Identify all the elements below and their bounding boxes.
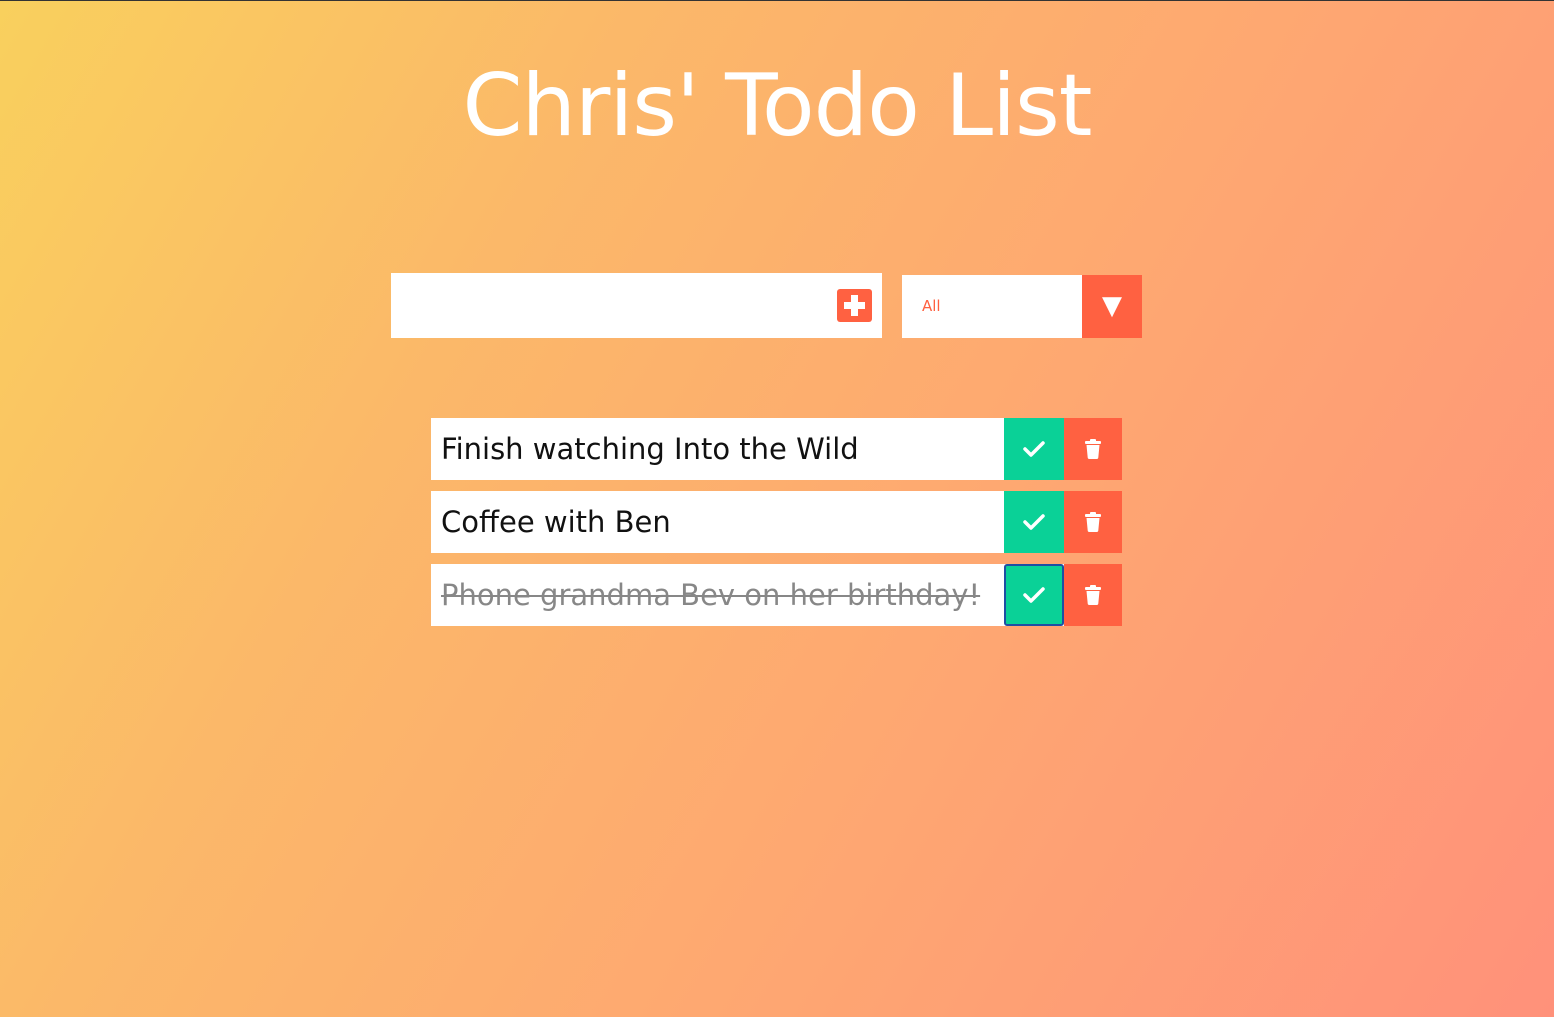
todo-text: Finish watching Into the Wild [441, 432, 859, 466]
trash-icon [1085, 512, 1101, 532]
check-icon [1023, 441, 1045, 457]
todo-item-completed: Phone grandma Bev on her birthday! [431, 564, 1122, 626]
todo-item: Coffee with Ben [431, 491, 1122, 553]
todo-text: Coffee with Ben [441, 505, 671, 539]
filter-selected-value: All [922, 297, 941, 315]
complete-button[interactable] [1004, 564, 1064, 626]
caret-down-icon[interactable]: ▼ [1082, 275, 1142, 338]
todo-input[interactable] [391, 273, 811, 338]
trash-icon [1085, 439, 1101, 459]
delete-button[interactable] [1064, 491, 1122, 553]
todo-list: Finish watching Into the Wild Coffee wit… [431, 418, 1122, 637]
add-todo-button[interactable] [837, 289, 872, 322]
complete-button[interactable] [1004, 491, 1064, 553]
complete-button[interactable] [1004, 418, 1064, 480]
page-title: Chris' Todo List [462, 56, 1093, 156]
delete-button[interactable] [1064, 564, 1122, 626]
todo-input-container [391, 273, 882, 338]
filter-select[interactable]: All ▼ [902, 275, 1142, 338]
trash-icon [1085, 585, 1101, 605]
check-icon [1023, 514, 1045, 530]
check-icon [1023, 587, 1045, 603]
todo-item: Finish watching Into the Wild [431, 418, 1122, 480]
todo-text: Phone grandma Bev on her birthday! [441, 578, 981, 612]
delete-button[interactable] [1064, 418, 1122, 480]
